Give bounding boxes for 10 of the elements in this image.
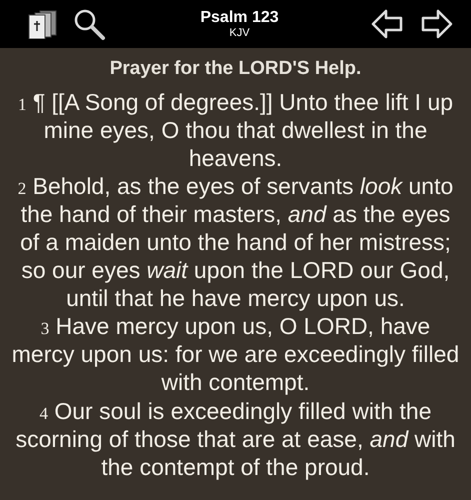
chapter-heading: Prayer for the LORD'S Help. <box>108 58 362 80</box>
back-arrow-icon[interactable] <box>371 9 405 39</box>
verse-text: 4 Our soul is exceedingly filled with the scorning of those that are at ease, and with the contempt of the proud. <box>14 396 456 481</box>
forward-arrow-icon[interactable] <box>419 9 453 39</box>
verse-text: 1 ¶ [[A Song of degrees.]] Unto thee lift I up mine eyes, O thou that dwellest in the heavens. <box>16 88 454 172</box>
search-icon[interactable] <box>72 7 106 41</box>
chapter-title: Psalm 123 <box>200 9 279 27</box>
verse-text: 2 Behold, as the eyes of servants look unto the hand of their masters, and as the eyes of a maiden unto the hand of her mistress; so our eyes wait upon the LORD our God, until that he have mercy upon us. <box>16 172 454 312</box>
version-label: KJV <box>229 27 250 39</box>
verse-text: 3 Have mercy upon us, O LORD, have mercy upon us: for we are exceedingly filled with contempt. <box>10 312 460 397</box>
